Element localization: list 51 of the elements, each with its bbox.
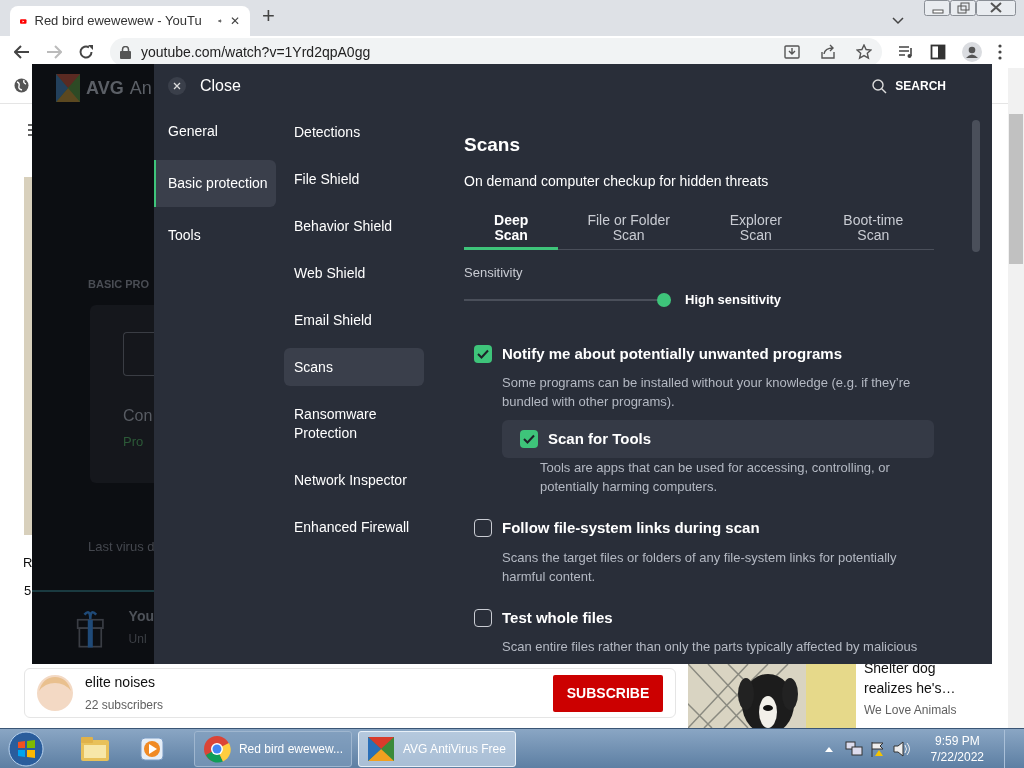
tab-title: Red bird ewewewew - YouTu [34,12,202,31]
app-name: An [129,76,152,100]
option-label[interactable]: Notify me about potentially unwanted programs [502,342,843,365]
last-scan-text: Last virus d [87,537,154,556]
subcategory-item[interactable]: Email Shield [284,301,424,339]
scan-tab[interactable]: File or Folder Scan [558,206,699,250]
tab-close-button[interactable]: ✕ [230,12,240,30]
subcategory-item[interactable]: Behavior Shield [284,207,424,245]
category-item[interactable]: Tools [154,212,276,259]
option-label[interactable]: Test whole files [502,606,613,629]
subcategory-item[interactable]: Enhanced Firewall [284,508,424,546]
clock[interactable]: 9:59 PM 7/22/2022 [930,732,984,765]
status-title: Con [123,405,154,426]
category-item[interactable]: Basic protection [154,160,276,207]
section-title: Scans [464,133,521,157]
close-button[interactable]: Close [168,74,241,98]
new-tab-button[interactable]: + [262,0,275,32]
address-bar[interactable]: youtube.com/watch?v=1Yrd2qpA0gg [110,38,882,66]
video-meta: 5 [24,582,33,600]
scan-tab[interactable]: Deep Scan [464,206,559,250]
url-text: youtube.com/watch?v=1Yrd2qpA0gg [141,42,372,62]
subcategory-item[interactable]: Scans [284,348,424,386]
option-description: Scans the target files or folders of any file-system links for potentially harmful content. [502,548,898,586]
app-logo: AVG [86,76,124,100]
subcategory-item[interactable]: Web Shield [284,254,424,292]
scan-tab[interactable]: Explorer Scan [699,206,813,250]
video-title[interactable]: realizes he's… [864,678,1004,698]
subcategory-item[interactable]: Detections [284,113,424,151]
browser-tab[interactable]: Red bird ewewewew - YouTu ✕ [10,6,250,36]
option-description: Tools are apps that can be used for accessing, controlling, or potentially harming computers. [540,459,891,496]
subscriber-count: 22 subscribers [85,697,165,714]
subscribe-button[interactable]: SUBSCRIBE [553,674,663,712]
channel-name[interactable]: We Love Animals [864,701,1004,719]
video-title: R [23,554,32,572]
option-label[interactable]: Follow file-system links during scan [502,517,760,540]
option-description: Some programs can be installed without your knowledge (e.g. if they’re bundled with other programs). [502,374,912,411]
subcategory-item[interactable]: Ransomware Protection [284,395,424,452]
sensitivity-label: Sensitivity [464,264,524,282]
scan-tab[interactable]: Boot-time Scan [812,206,934,250]
section-heading: BASIC PRO [87,277,151,292]
promo-title: You [128,607,154,626]
status-text: Pro [123,432,145,451]
category-item[interactable]: General [154,108,276,155]
subcategory-item[interactable]: File Shield [284,160,424,198]
option-label[interactable]: Scan for Tools [548,427,652,451]
option-description: Scan entire files rather than only the parts typically affected by malicious [502,638,919,656]
section-subtitle: On demand computer checkup for hidden threats [464,172,770,190]
sensitivity-value: High sensitivity [685,290,782,309]
channel-name[interactable]: elite noises [85,672,553,693]
search-button[interactable]: SEARCH [872,77,946,95]
subcategory-item[interactable]: Network Inspector [284,461,424,499]
